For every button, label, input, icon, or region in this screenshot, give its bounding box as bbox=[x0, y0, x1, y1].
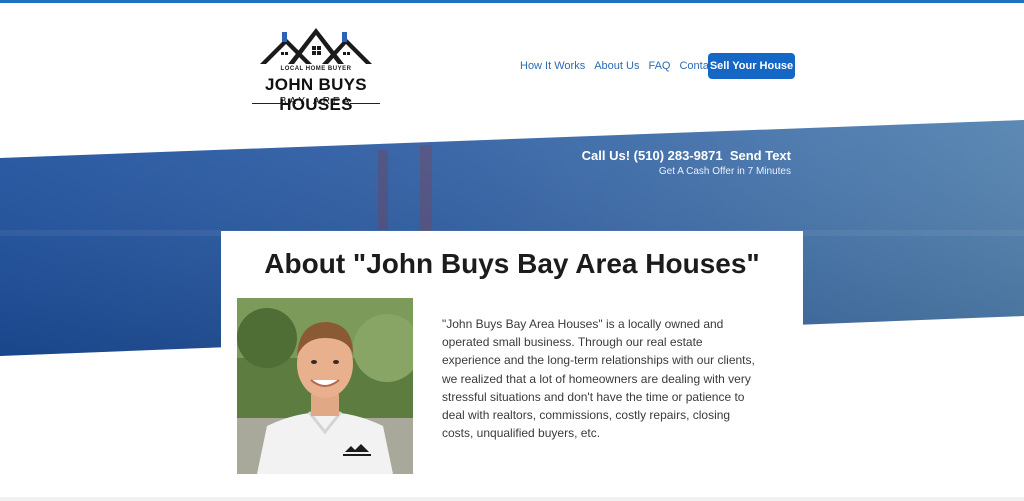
nav-how-it-works[interactable]: How It Works bbox=[520, 60, 585, 72]
send-text-link[interactable]: Send Text bbox=[730, 148, 791, 163]
about-body-text: "John Buys Bay Area Houses" is a locally… bbox=[442, 317, 755, 441]
call-us-link[interactable]: Call Us! (510) 283-9871 bbox=[582, 148, 723, 163]
about-card: About "John Buys Bay Area Houses" "John … bbox=[221, 231, 803, 501]
house-roof-icon bbox=[260, 28, 372, 64]
portrait-photo bbox=[237, 298, 413, 474]
site-logo[interactable]: LOCAL HOME BUYER JOHN BUYS HOUSES BAY AR… bbox=[232, 24, 400, 114]
sell-your-house-button[interactable]: Sell Your House bbox=[708, 53, 795, 79]
page-bottom-rule bbox=[0, 497, 1024, 501]
about-heading: About "John Buys Bay Area Houses" bbox=[264, 248, 760, 279]
logo-divider-right bbox=[350, 103, 380, 104]
nav-about-us[interactable]: About Us bbox=[594, 60, 639, 72]
logo-name: JOHN BUYS HOUSES bbox=[265, 75, 367, 114]
cash-offer-link[interactable]: Get A Cash Offer in 7 Minutes bbox=[560, 166, 791, 177]
nav-faq[interactable]: FAQ bbox=[648, 60, 670, 72]
logo-region: BAY AREA bbox=[279, 96, 353, 107]
hero-call-line: Call Us! (510) 283-9871 Send Text bbox=[560, 148, 791, 163]
logo-tagline: LOCAL HOME BUYER bbox=[280, 66, 352, 72]
